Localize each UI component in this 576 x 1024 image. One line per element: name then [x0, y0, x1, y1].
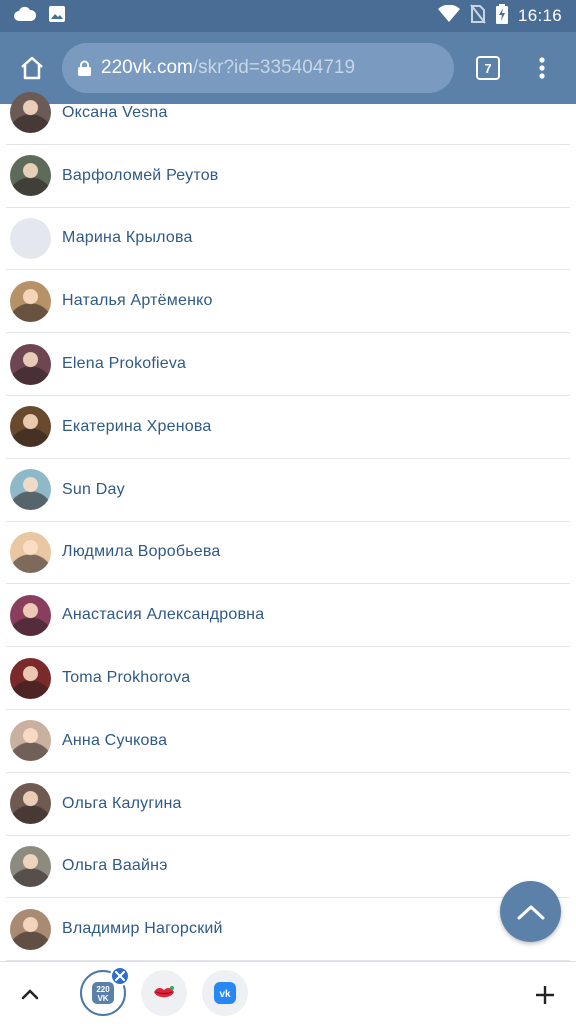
contact-row[interactable]: Владимир Нагорский	[6, 898, 570, 962]
status-bar: 16:16	[0, 0, 576, 32]
expand-bar-button[interactable]	[18, 982, 42, 1006]
contact-name-link[interactable]: Оксана Vesna	[62, 104, 168, 122]
svg-text:220: 220	[96, 985, 110, 994]
avatar[interactable]	[10, 155, 51, 197]
contact-name-link[interactable]: Sun Day	[62, 481, 125, 499]
app-vk-button[interactable]: vk	[202, 970, 248, 1016]
svg-text:vk: vk	[219, 989, 231, 1000]
contact-name-link[interactable]: Анастасия Александровна	[62, 606, 264, 624]
wifi-icon	[437, 4, 460, 28]
avatar[interactable]	[10, 92, 51, 134]
image-icon	[48, 5, 66, 28]
contact-row[interactable]: Оксана Vesna	[6, 82, 570, 145]
avatar[interactable]	[10, 657, 51, 699]
avatar[interactable]	[10, 908, 51, 950]
app-lips-button[interactable]	[141, 970, 187, 1016]
no-sim-icon	[470, 3, 486, 29]
contact-row[interactable]: Elena Prokofieva	[6, 333, 570, 396]
lips-icon	[154, 986, 174, 998]
chevron-up-icon	[517, 905, 544, 919]
app-220vk-button[interactable]: 220 VK	[80, 966, 130, 1016]
bottom-bar: 220 VK vk	[0, 961, 576, 1024]
avatar[interactable]	[10, 720, 51, 762]
battery-charging-icon	[495, 3, 508, 29]
contact-name-link[interactable]: Toma Prokhorova	[62, 669, 190, 687]
avatar[interactable]	[10, 783, 51, 825]
avatar[interactable]	[10, 594, 51, 636]
avatar[interactable]	[10, 531, 51, 573]
contact-row[interactable]: Ольга Ваайнэ	[6, 836, 570, 899]
contact-row[interactable]: Наталья Артёменко	[6, 270, 570, 334]
svg-text:VK: VK	[97, 994, 108, 1003]
contact-row[interactable]: Ольга Калугина	[6, 773, 570, 836]
avatar[interactable]	[10, 280, 51, 322]
url-path: /skr?id=335404719	[192, 57, 356, 78]
scroll-to-top-button[interactable]	[500, 881, 561, 942]
contact-name-link[interactable]: Людмила Воробьева	[62, 543, 221, 561]
tab-switcher-button[interactable]: 7	[476, 56, 500, 80]
contact-row[interactable]: Варфоломей Реутов	[6, 145, 570, 208]
contact-name-link[interactable]: Ольга Калугина	[62, 795, 182, 813]
contact-row[interactable]: Екатерина Хренова	[6, 396, 570, 459]
vk-icon: vk	[214, 982, 236, 1004]
lock-icon	[78, 60, 91, 76]
avatar[interactable]	[10, 343, 51, 385]
contact-name-link[interactable]: Elena Prokofieva	[62, 355, 186, 373]
contact-row[interactable]: Марина Крылова	[6, 208, 570, 271]
contact-name-link[interactable]: Варфоломей Реутов	[62, 167, 219, 185]
status-time: 16:16	[517, 6, 562, 25]
contact-name-link[interactable]: Ольга Ваайнэ	[62, 857, 168, 875]
contact-name-link[interactable]: Владимир Нагорский	[62, 920, 223, 938]
contact-row[interactable]: Анна Сучкова	[6, 710, 570, 773]
add-button[interactable]	[532, 982, 558, 1008]
chevron-up-icon	[21, 989, 39, 1000]
contact-row[interactable]: Анастасия Александровна	[6, 584, 570, 648]
contact-row[interactable]: Sun Day	[6, 459, 570, 522]
url-host: 220vk.com	[101, 57, 193, 78]
close-app-button[interactable]	[110, 966, 130, 986]
avatar[interactable]	[10, 845, 51, 887]
avatar[interactable]	[10, 469, 51, 511]
contact-row[interactable]: Toma Prokhorova	[6, 647, 570, 710]
contact-name-link[interactable]: Анна Сучкова	[62, 732, 167, 750]
avatar[interactable]	[10, 217, 51, 259]
app-220vk-icon: 220 VK	[92, 982, 114, 1004]
contact-name-link[interactable]: Екатерина Хренова	[62, 418, 211, 436]
more-vert-icon	[539, 57, 545, 79]
home-icon	[21, 56, 43, 80]
contact-name-link[interactable]: Марина Крылова	[62, 229, 193, 247]
contact-row[interactable]: Людмила Воробьева	[6, 522, 570, 585]
contact-name-link[interactable]: Наталья Артёменко	[62, 292, 213, 310]
contact-list: Оксана Vesna Варфоломей Реутов Марина Крыл…	[0, 82, 576, 962]
avatar[interactable]	[10, 406, 51, 448]
close-icon	[115, 971, 125, 981]
cloud-icon	[14, 6, 37, 27]
plus-icon	[536, 986, 554, 1004]
